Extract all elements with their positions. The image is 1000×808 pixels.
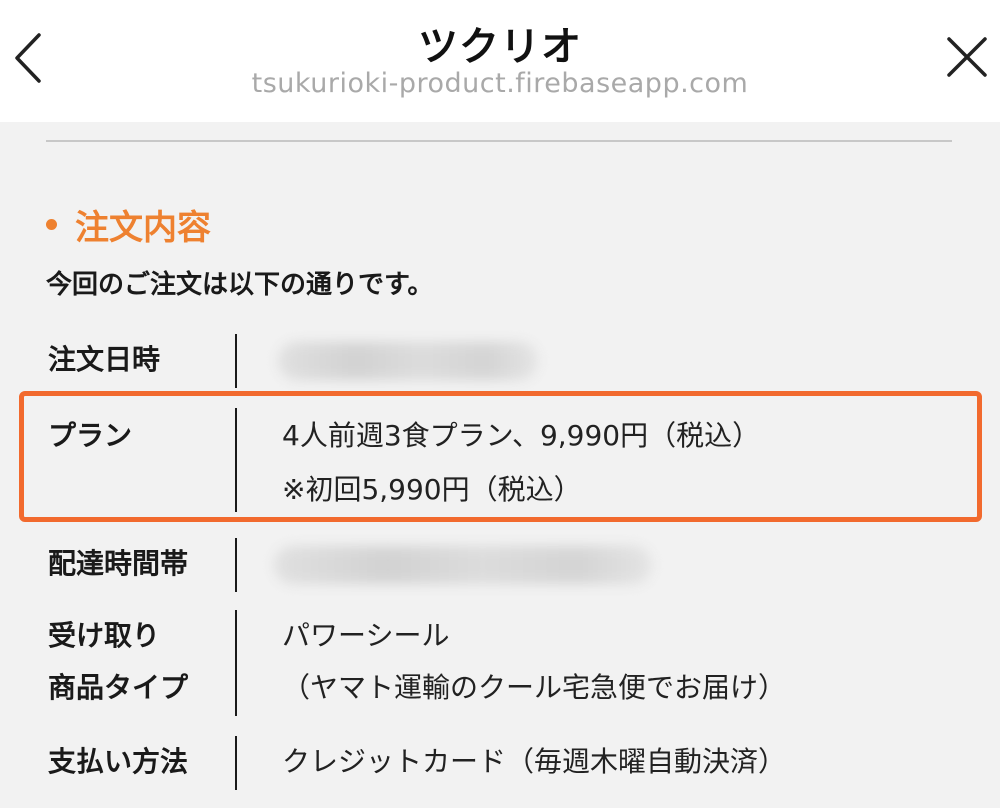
close-icon [947,37,987,77]
bullet-icon [46,219,57,230]
row-separator [235,334,237,388]
row-separator [235,610,237,716]
divider [46,140,952,142]
delivery-time-label: 配達時間帯 [48,547,189,580]
order-date-row: 注文日時 [0,334,1000,388]
delivery-time-value-redacted [274,546,652,584]
payment-method-label: 支払い方法 [48,745,189,778]
section-subtitle: 今回のご注文は以下の通りです。 [46,270,434,300]
url-text: tsukurioki-product.firebaseapp.com [251,68,749,99]
close-button[interactable] [942,32,992,82]
receive-type-row: 受け取り 商品タイプ パワーシール （ヤマト運輸のクール宅急便でお届け） [0,610,1000,716]
receive-type-value-line1: パワーシール [282,619,450,652]
app-header: ツクリオ tsukurioki-product.firebaseapp.com [0,0,1000,122]
receive-type-label-line1: 受け取り [48,619,161,652]
section-heading-text: 注文内容 [75,208,211,248]
plan-highlight-box [19,391,982,522]
row-separator [235,736,237,790]
order-date-label: 注文日時 [48,343,161,376]
payment-method-row: 支払い方法 クレジットカード（毎週木曜自動決済） [0,736,1000,790]
section-heading: 注文内容 [46,200,211,249]
delivery-time-row: 配達時間帯 [0,538,1000,592]
payment-method-value: クレジットカード（毎週木曜自動決済） [282,745,787,778]
page-title: ツクリオ [418,24,582,70]
receive-type-label-line2: 商品タイプ [48,671,189,704]
row-separator [235,538,237,592]
receive-type-value-line2: （ヤマト運輸のクール宅急便でお届け） [282,671,787,704]
order-date-value-redacted [278,342,538,380]
